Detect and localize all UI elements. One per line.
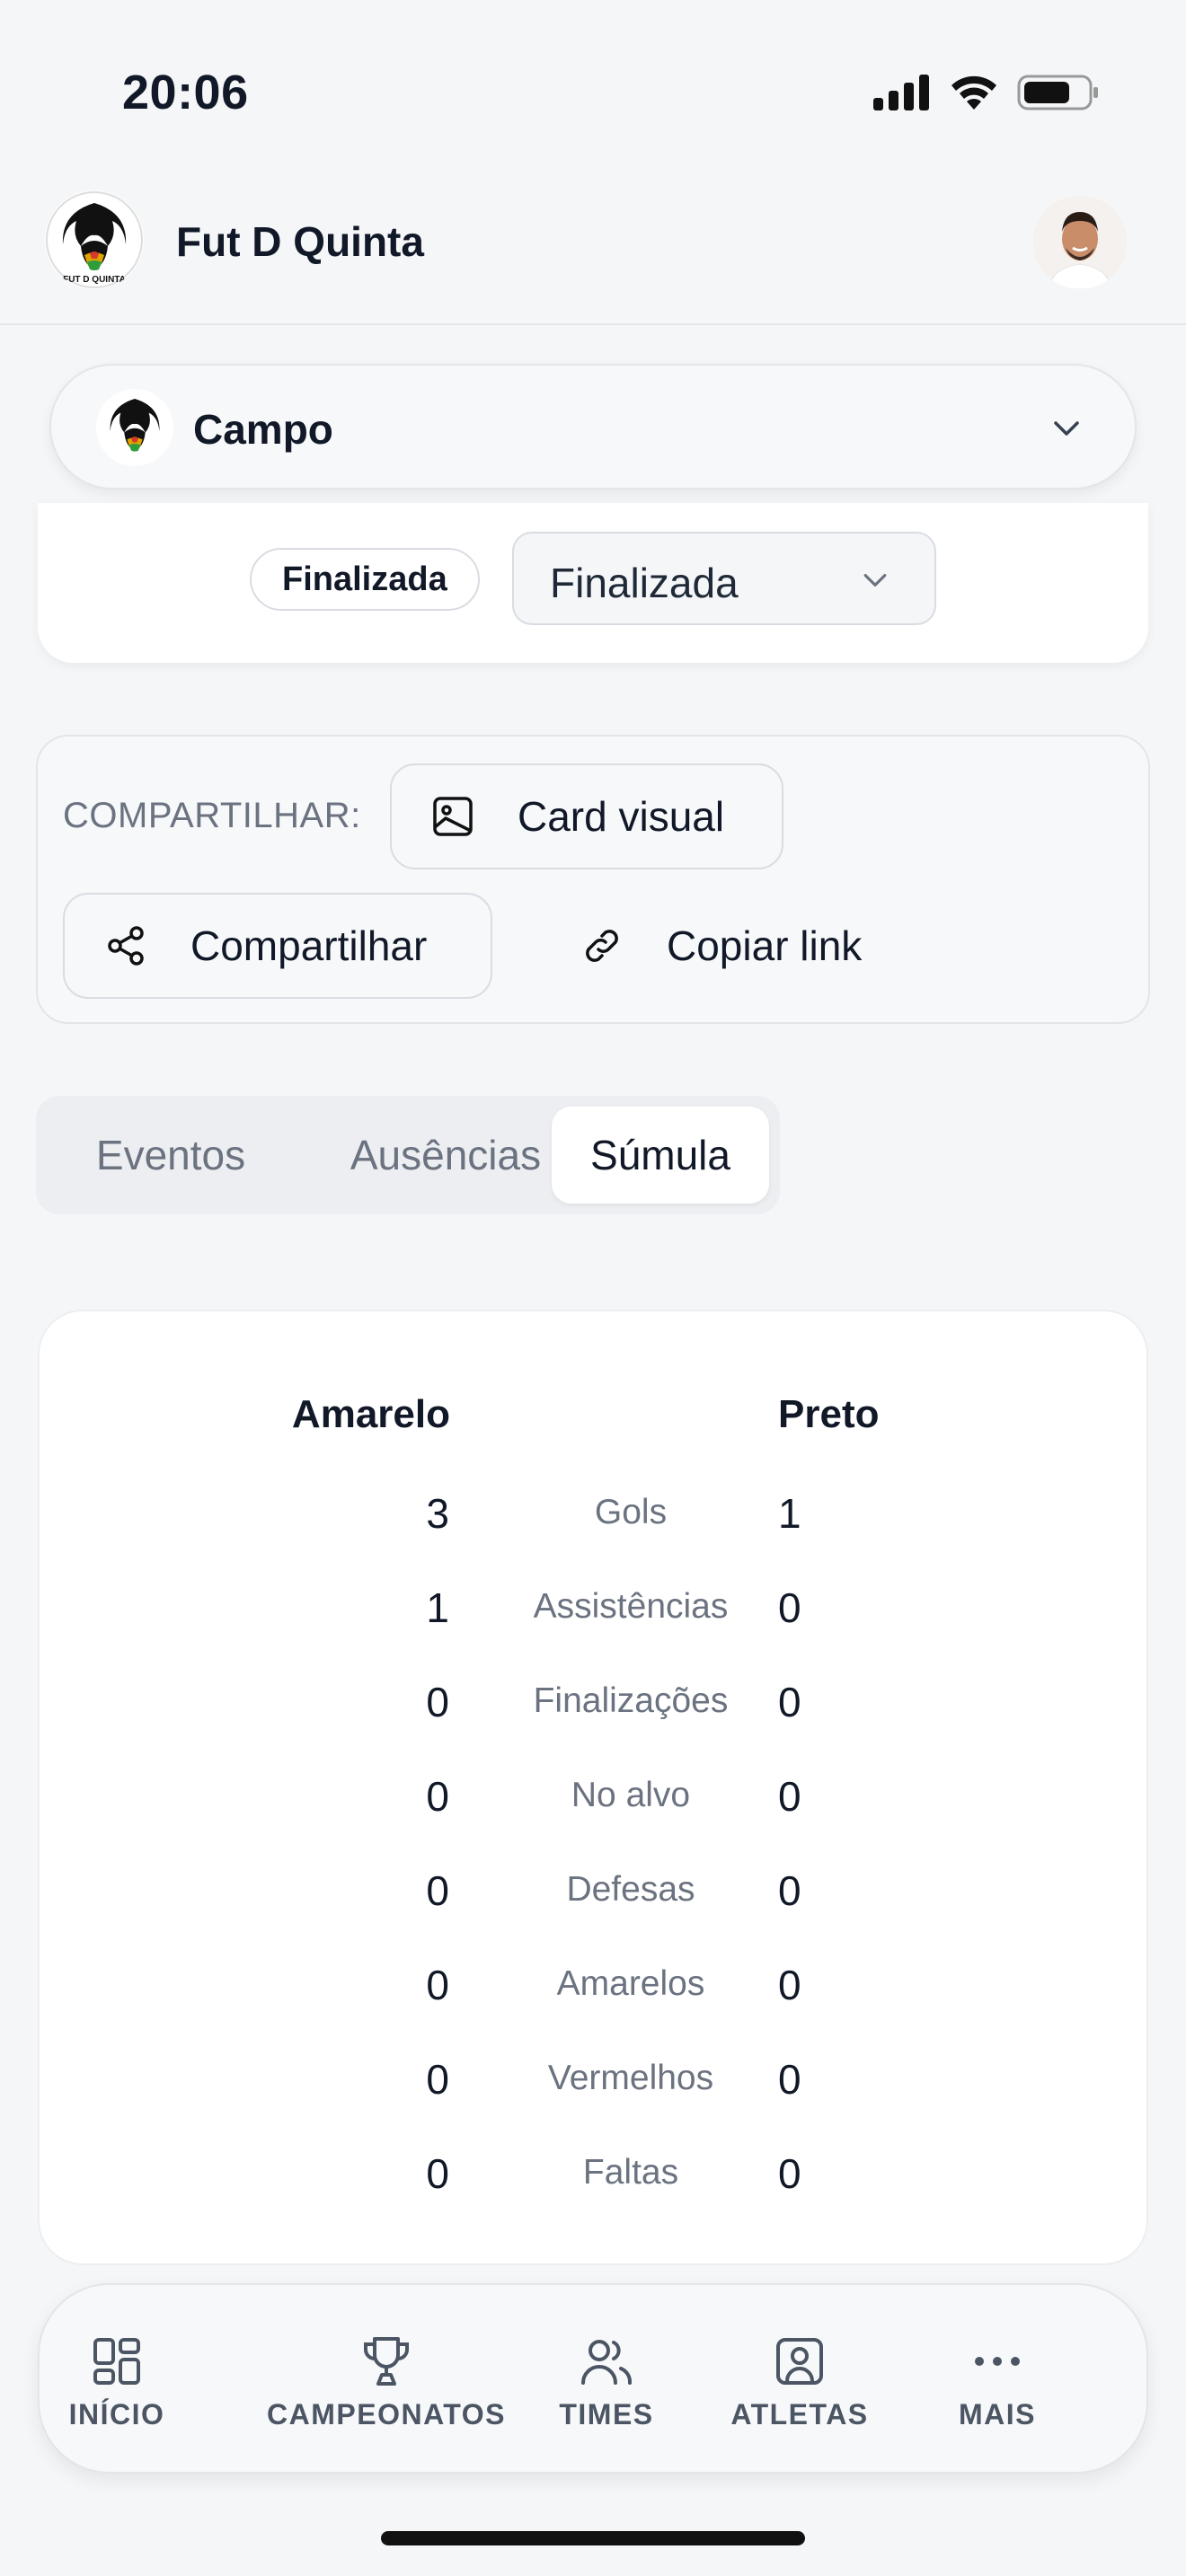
lion-logo-icon bbox=[97, 390, 173, 465]
tab-sumula[interactable]: Súmula bbox=[552, 1107, 769, 1204]
stat-team-a: 0 bbox=[426, 1773, 449, 1820]
stat-row: 0 No alvo 0 bbox=[40, 1756, 1150, 1837]
copy-link-label: Copiar link bbox=[667, 922, 863, 969]
signal-icon bbox=[873, 75, 929, 110]
nav-inicio-label: INÍCIO bbox=[68, 2398, 165, 2430]
team-b-name: Preto bbox=[778, 1392, 880, 1436]
share-icon bbox=[102, 922, 149, 969]
home-indicator bbox=[381, 2531, 805, 2545]
stat-row: 1 Assistências 0 bbox=[40, 1567, 1150, 1648]
tab-eventos[interactable]: Eventos bbox=[36, 1107, 305, 1204]
stat-team-a: 0 bbox=[426, 1679, 449, 1725]
stat-label: Defesas bbox=[566, 1870, 695, 1909]
stat-team-b: 0 bbox=[778, 1867, 801, 1914]
chevron-down-icon bbox=[863, 574, 887, 587]
stat-team-a: 0 bbox=[426, 2150, 449, 2197]
nav-atletas[interactable]: ATLETAS bbox=[692, 2330, 907, 2431]
nav-times[interactable]: TIMES bbox=[521, 2330, 692, 2431]
stat-label: Finalizações bbox=[533, 1681, 729, 1720]
stat-label: Faltas bbox=[582, 2153, 679, 2192]
share-card: COMPARTILHAR: Card visual Compartilhar C… bbox=[36, 735, 1150, 1024]
team-a-name: Amarelo bbox=[291, 1392, 450, 1436]
stat-label: Assistências bbox=[533, 1587, 729, 1626]
share-button-label: Compartilhar bbox=[190, 922, 428, 969]
stat-label: Vermelhos bbox=[547, 2059, 714, 2097]
match-status-card: Finalizada Finalizada bbox=[38, 503, 1148, 663]
stat-label: No alvo bbox=[571, 1776, 691, 1814]
nav-atletas-label: ATLETAS bbox=[730, 2398, 869, 2430]
card-visual-label: Card visual bbox=[518, 793, 725, 840]
stat-team-a: 1 bbox=[426, 1584, 449, 1631]
link-icon bbox=[579, 922, 625, 969]
status-dropdown[interactable]: Finalizada bbox=[512, 532, 936, 625]
bottom-nav: INÍCIO CAMPEONATOS TIMES ATLETAS MAIS bbox=[38, 2283, 1148, 2474]
summary-card: Amarelo Preto 3 Gols 1 1 Assistências 0 … bbox=[38, 1310, 1148, 2265]
stat-team-b: 0 bbox=[778, 1679, 801, 1725]
more-icon bbox=[975, 2357, 1020, 2366]
stat-team-a: 0 bbox=[426, 1867, 449, 1914]
lion-logo-icon: FUT D QUINTA bbox=[46, 191, 143, 288]
nav-campeonatos-label: CAMPEONATOS bbox=[267, 2398, 506, 2430]
profile-avatar[interactable] bbox=[1033, 196, 1127, 289]
copy-link-button[interactable]: Copiar link bbox=[541, 893, 918, 999]
stat-row: 0 Defesas 0 bbox=[40, 1850, 1150, 1931]
status-time: 20:06 bbox=[122, 66, 249, 119]
status-bar: 20:06 bbox=[0, 0, 1186, 171]
nav-times-label: TIMES bbox=[559, 2398, 654, 2430]
group-logo bbox=[96, 389, 173, 466]
stat-team-a: 0 bbox=[426, 1962, 449, 2008]
group-select-label: Campo bbox=[193, 406, 333, 453]
stat-team-b: 0 bbox=[778, 2150, 801, 2197]
stat-team-b: 0 bbox=[778, 1773, 801, 1820]
stat-label: Gols bbox=[594, 1493, 668, 1531]
stat-row: 0 Finalizações 0 bbox=[40, 1662, 1150, 1742]
stat-label: Amarelos bbox=[556, 1964, 705, 2003]
share-button[interactable]: Compartilhar bbox=[63, 893, 492, 999]
user-photo-icon bbox=[1033, 196, 1127, 289]
trophy-icon bbox=[364, 2337, 409, 2386]
nav-campeonatos[interactable]: CAMPEONATOS bbox=[252, 2330, 521, 2431]
athlete-icon bbox=[776, 2338, 823, 2385]
stat-row: 3 Gols 1 bbox=[40, 1473, 1150, 1554]
share-label: COMPARTILHAR: bbox=[63, 796, 361, 835]
team-logo[interactable]: FUT D QUINTA bbox=[45, 190, 144, 289]
stat-team-b: 0 bbox=[778, 2056, 801, 2103]
users-icon bbox=[581, 2340, 633, 2385]
stat-team-a: 3 bbox=[426, 1490, 449, 1537]
match-tabs: Eventos Ausências Súmula bbox=[36, 1096, 780, 1214]
grid-icon bbox=[93, 2338, 140, 2385]
svg-text:FUT D QUINTA: FUT D QUINTA bbox=[63, 275, 126, 285]
stat-team-a: 0 bbox=[426, 2056, 449, 2103]
status-dropdown-value: Finalizada bbox=[550, 560, 739, 606]
nav-mais-label: MAIS bbox=[959, 2398, 1036, 2430]
chevron-down-icon bbox=[1054, 421, 1079, 436]
image-icon bbox=[429, 793, 476, 840]
status-icons bbox=[873, 74, 1100, 111]
battery-icon bbox=[1017, 75, 1098, 110]
stat-team-b: 1 bbox=[778, 1490, 801, 1537]
nav-mais[interactable]: MAIS bbox=[907, 2330, 1087, 2431]
stat-row: 0 Faltas 0 bbox=[40, 2133, 1150, 2214]
card-visual-button[interactable]: Card visual bbox=[390, 763, 783, 869]
tab-ausencias[interactable]: Ausências bbox=[305, 1107, 586, 1204]
stat-team-b: 0 bbox=[778, 1962, 801, 2008]
wifi-icon bbox=[951, 75, 996, 110]
stat-row: 0 Vermelhos 0 bbox=[40, 2039, 1150, 2120]
group-select[interactable]: Campo bbox=[49, 364, 1137, 490]
status-badge: Finalizada bbox=[250, 548, 480, 611]
stat-team-b: 0 bbox=[778, 1584, 801, 1631]
app-header: FUT D QUINTA Fut D Quinta bbox=[0, 171, 1186, 325]
nav-inicio[interactable]: INÍCIO bbox=[27, 2330, 207, 2431]
app-title: Fut D Quinta bbox=[176, 218, 424, 265]
stat-row: 0 Amarelos 0 bbox=[40, 1945, 1150, 2025]
